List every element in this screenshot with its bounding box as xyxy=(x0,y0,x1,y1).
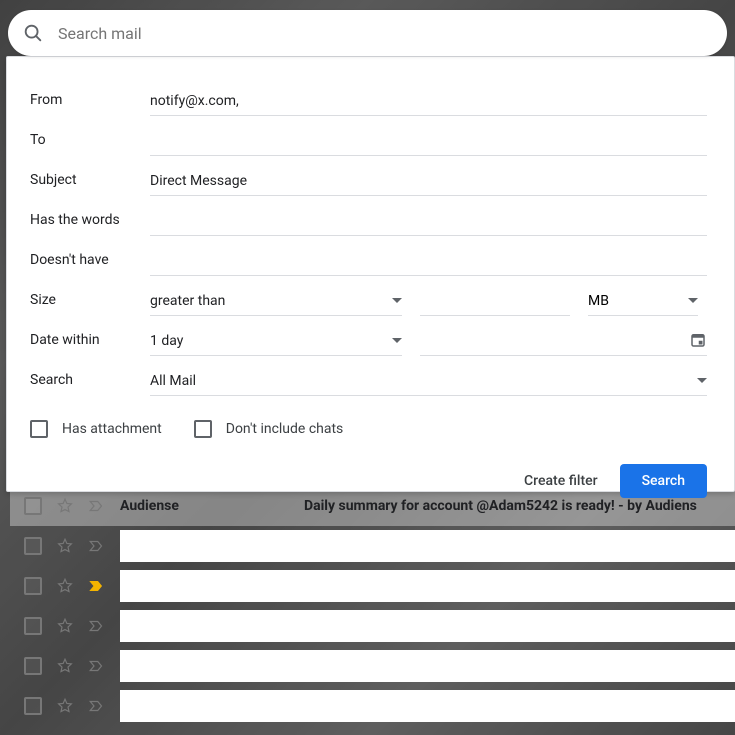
no-chats-label: Don't include chats xyxy=(226,421,344,437)
chevron-down-icon xyxy=(697,378,707,384)
date-label: Date within xyxy=(30,332,150,356)
size-value-field[interactable] xyxy=(420,290,570,316)
from-field[interactable]: notify@x.com, xyxy=(150,89,707,116)
create-filter-button[interactable]: Create filter xyxy=(524,473,598,489)
table-row[interactable] xyxy=(10,686,735,726)
date-range-select[interactable]: 1 day xyxy=(150,329,402,356)
row-checkbox[interactable] xyxy=(24,537,42,555)
has-attachment-checkbox[interactable] xyxy=(30,420,48,438)
nothave-label: Doesn't have xyxy=(30,252,150,276)
star-icon[interactable] xyxy=(56,537,74,555)
search-bar[interactable] xyxy=(8,10,727,56)
search-input[interactable] xyxy=(58,24,713,43)
star-icon[interactable] xyxy=(56,657,74,675)
table-row[interactable] xyxy=(10,606,735,646)
search-icon xyxy=(22,22,44,44)
size-unit-select[interactable]: MB xyxy=(588,289,698,316)
search-button[interactable]: Search xyxy=(620,464,707,498)
inbox-list: Audiense Daily summary for account @Adam… xyxy=(10,470,735,726)
importance-icon[interactable] xyxy=(88,697,106,715)
table-row[interactable] xyxy=(10,566,735,606)
importance-icon[interactable] xyxy=(88,497,106,515)
importance-icon[interactable] xyxy=(88,537,106,555)
subject-label: Subject xyxy=(30,172,150,196)
importance-icon-tagged[interactable] xyxy=(88,577,106,595)
row-checkbox[interactable] xyxy=(24,617,42,635)
search-form: From notify@x.com, To Subject Direct Mes… xyxy=(30,76,707,498)
importance-icon[interactable] xyxy=(88,657,106,675)
nothave-field[interactable] xyxy=(150,250,707,276)
chevron-down-icon xyxy=(392,298,402,304)
row-sender: Audiense xyxy=(120,498,290,514)
date-value-field[interactable] xyxy=(420,327,707,356)
star-icon[interactable] xyxy=(56,697,74,715)
from-label: From xyxy=(30,92,150,116)
has-attachment-label: Has attachment xyxy=(62,421,162,437)
size-label: Size xyxy=(30,292,150,316)
subject-field[interactable]: Direct Message xyxy=(150,169,707,196)
star-icon[interactable] xyxy=(56,577,74,595)
to-field[interactable] xyxy=(150,130,707,156)
haswords-label: Has the words xyxy=(30,212,150,236)
importance-icon[interactable] xyxy=(88,617,106,635)
calendar-icon[interactable] xyxy=(689,331,707,349)
table-row[interactable] xyxy=(10,526,735,566)
to-label: To xyxy=(30,132,150,156)
table-row[interactable] xyxy=(10,646,735,686)
row-checkbox[interactable] xyxy=(24,577,42,595)
size-op-select[interactable]: greater than xyxy=(150,289,402,316)
no-chats-checkbox[interactable] xyxy=(194,420,212,438)
haswords-field[interactable] xyxy=(150,210,707,236)
row-checkbox[interactable] xyxy=(24,657,42,675)
search-scope-label: Search xyxy=(30,372,150,396)
chevron-down-icon xyxy=(688,298,698,304)
row-checkbox[interactable] xyxy=(24,497,42,515)
chevron-down-icon xyxy=(392,338,402,344)
row-subject: Daily summary for account @Adam5242 is r… xyxy=(304,498,697,514)
star-icon[interactable] xyxy=(56,497,74,515)
row-checkbox[interactable] xyxy=(24,697,42,715)
star-icon[interactable] xyxy=(56,617,74,635)
search-scope-select[interactable]: All Mail xyxy=(150,369,707,396)
